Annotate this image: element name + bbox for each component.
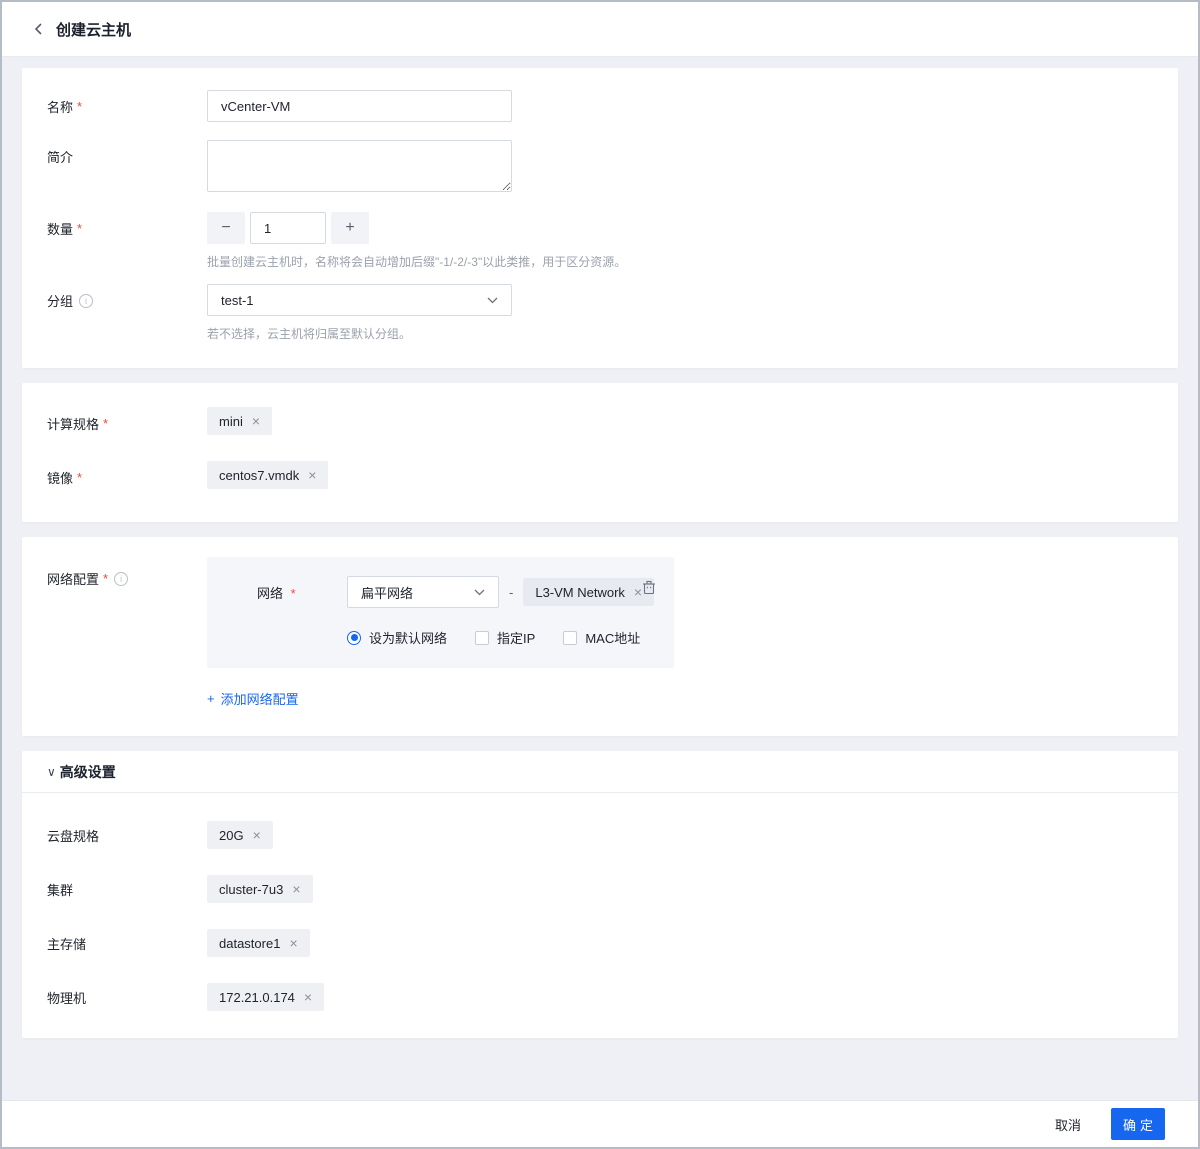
image-row: 镜像 * centos7.vmdk × [47, 461, 1153, 489]
image-label: 镜像 * [47, 461, 207, 487]
remove-icon[interactable]: × [308, 468, 316, 482]
network-type-select[interactable]: 扁平网络 [347, 576, 499, 608]
name-label: 名称 * [47, 90, 207, 116]
count-row: 数量 * − + 批量创建云主机时，名称将会自动增加后缀"-1/-2/-3"以此… [47, 212, 1153, 270]
advanced-settings-title: 高级设置 [60, 762, 116, 782]
advanced-settings-body: 云盘规格 20G × 集群 cluster-7u3 × 主存储 [22, 793, 1178, 1038]
advanced-settings-card: ∨ 高级设置 云盘规格 20G × 集群 cluster-7u3 × [22, 751, 1178, 1038]
group-label: 分组 i [47, 284, 207, 310]
disk-spec-label: 云盘规格 [47, 821, 207, 845]
spec-card: 计算规格 * mini × 镜像 * centos7.vmdk [22, 383, 1178, 522]
remove-icon[interactable]: × [252, 414, 260, 428]
footer-action-bar: 取消 确定 [2, 1100, 1198, 1147]
decrement-button[interactable]: − [207, 212, 245, 244]
primary-storage-row: 主存储 datastore1 × [47, 929, 1153, 957]
page-title: 创建云主机 [56, 19, 131, 40]
chevron-down-icon [487, 297, 498, 304]
group-select[interactable]: test-1 [207, 284, 512, 316]
required-mark: * [77, 99, 82, 114]
l3-network-tag: L3-VM Network × [523, 578, 654, 606]
description-label: 简介 [47, 140, 207, 166]
delete-network-button[interactable] [642, 580, 656, 595]
remove-icon[interactable]: × [253, 828, 261, 842]
page-header: 创建云主机 [2, 2, 1198, 57]
specify-ip-checkbox[interactable]: 指定IP [475, 628, 535, 647]
basic-info-card: 名称 * 简介 数量 * [22, 68, 1178, 368]
remove-icon[interactable]: × [289, 936, 297, 950]
physical-host-tag: 172.21.0.174 × [207, 983, 324, 1011]
compute-spec-label: 计算规格 * [47, 407, 207, 433]
trash-icon [642, 580, 656, 595]
description-textarea[interactable] [207, 140, 512, 192]
back-button[interactable] [34, 22, 44, 36]
chevron-left-icon [34, 22, 44, 36]
remove-icon[interactable]: × [292, 882, 300, 896]
required-mark: * [103, 571, 108, 586]
checkbox-unchecked-icon [475, 631, 489, 645]
network-config-label: 网络配置 * i [47, 557, 207, 588]
info-icon: i [114, 572, 128, 586]
form-content: 名称 * 简介 数量 * [2, 57, 1198, 1100]
group-select-value: test-1 [221, 293, 254, 308]
network-config-row: 网络配置 * i 网络 * 扁平网络 [47, 557, 1153, 668]
radio-selected-icon [347, 631, 361, 645]
cluster-label: 集群 [47, 875, 207, 899]
chevron-down-icon [474, 589, 485, 596]
increment-button[interactable]: + [331, 212, 369, 244]
checkbox-unchecked-icon [563, 631, 577, 645]
group-hint: 若不选择，云主机将归属至默认分组。 [207, 325, 512, 342]
default-network-radio[interactable]: 设为默认网络 [347, 628, 447, 647]
physical-host-row: 物理机 172.21.0.174 × [47, 983, 1153, 1011]
required-mark: * [77, 221, 82, 236]
plus-icon: + [207, 691, 215, 706]
description-row: 简介 [47, 140, 1153, 192]
add-network-config-link[interactable]: + 添加网络配置 [207, 689, 299, 708]
network-field-label: 网络 * [257, 583, 347, 602]
cancel-button[interactable]: 取消 [1051, 1109, 1085, 1140]
collapse-chevron-icon: ∨ [47, 765, 56, 779]
name-row: 名称 * [47, 90, 1153, 122]
network-card: 网络配置 * i 网络 * 扁平网络 [22, 537, 1178, 736]
image-tag: centos7.vmdk × [207, 461, 328, 489]
remove-icon[interactable]: × [634, 585, 642, 599]
cluster-tag: cluster-7u3 × [207, 875, 313, 903]
network-type-value: 扁平网络 [361, 583, 413, 602]
create-vm-page: 创建云主机 名称 * 简介 [0, 0, 1200, 1149]
required-mark: * [103, 416, 108, 431]
required-mark: * [77, 470, 82, 485]
mac-address-checkbox[interactable]: MAC地址 [563, 628, 640, 647]
count-input[interactable] [250, 212, 326, 244]
name-input[interactable] [207, 90, 512, 122]
advanced-settings-toggle[interactable]: ∨ 高级设置 [22, 751, 1178, 793]
group-row: 分组 i test-1 若不选择，云主机将归属至默认分组。 [47, 284, 1153, 342]
count-stepper: − + [207, 212, 626, 244]
count-hint: 批量创建云主机时，名称将会自动增加后缀"-1/-2/-3"以此类推，用于区分资源… [207, 253, 626, 270]
confirm-button[interactable]: 确定 [1111, 1108, 1165, 1140]
disk-spec-row: 云盘规格 20G × [47, 821, 1153, 849]
disk-spec-tag: 20G × [207, 821, 273, 849]
primary-storage-label: 主存储 [47, 929, 207, 953]
remove-icon[interactable]: × [304, 990, 312, 1004]
cluster-row: 集群 cluster-7u3 × [47, 875, 1153, 903]
info-icon: i [79, 294, 93, 308]
network-config-panel: 网络 * 扁平网络 - L3-VM Network [207, 557, 674, 668]
dash-separator: - [509, 585, 513, 600]
required-mark: * [291, 586, 296, 601]
compute-spec-tag: mini × [207, 407, 272, 435]
physical-host-label: 物理机 [47, 983, 207, 1007]
compute-spec-row: 计算规格 * mini × [47, 407, 1153, 435]
count-label: 数量 * [47, 212, 207, 238]
primary-storage-tag: datastore1 × [207, 929, 310, 957]
